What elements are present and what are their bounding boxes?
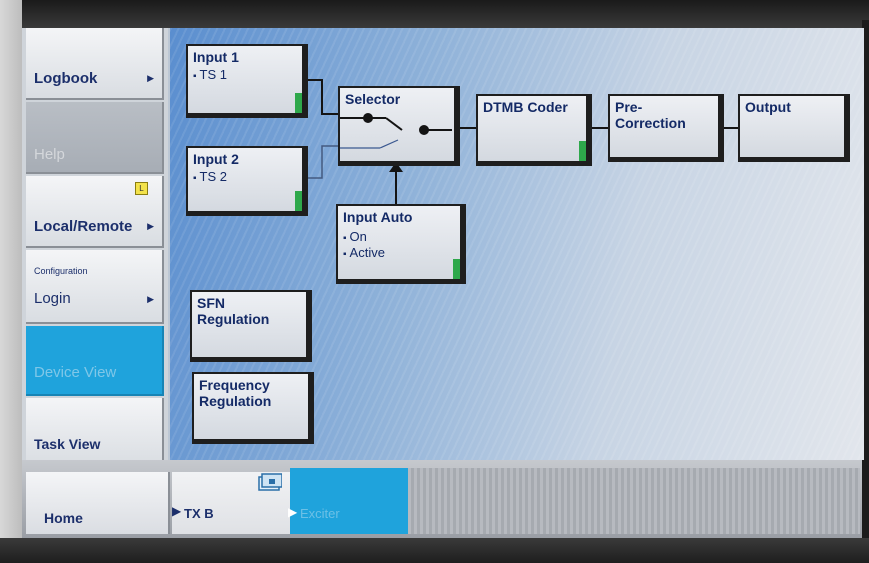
breadcrumb-label: TX B: [184, 506, 214, 521]
block-title: Input Auto: [343, 209, 413, 225]
sidebar-item-login[interactable]: Configuration Login ▶: [26, 250, 164, 324]
sidebar-item-local-remote[interactable]: L Local/Remote ▶: [26, 176, 164, 248]
block-frequency-regulation[interactable]: Frequency Regulation: [192, 372, 314, 444]
chevron-right-icon: ▶: [147, 73, 154, 83]
status-led: [453, 259, 460, 279]
breadcrumb-label: Exciter: [300, 506, 340, 521]
sidebar-item-logbook[interactable]: Logbook ▶: [26, 28, 164, 100]
block-subtitle-active: Active: [343, 245, 385, 263]
status-led: [579, 141, 586, 161]
block-output[interactable]: Output: [738, 94, 850, 162]
status-led: [295, 191, 302, 211]
sidebar-item-help[interactable]: Help: [26, 102, 164, 174]
block-selector[interactable]: Selector: [338, 86, 460, 166]
breadcrumb-chevron-icon: ▶: [172, 504, 182, 518]
transmitter-icon: [258, 473, 282, 491]
chevron-right-icon: ▶: [147, 294, 154, 304]
configuration-caption: Configuration: [34, 266, 88, 276]
breadcrumb-exciter[interactable]: ▶ Exciter: [288, 468, 408, 534]
block-title-line2: Correction: [615, 115, 686, 131]
block-subtitle: TS 1: [193, 67, 227, 85]
chevron-right-icon: ▶: [147, 221, 154, 231]
block-title-line1: SFN: [197, 295, 225, 311]
sidebar-item-label: Task View: [34, 436, 101, 452]
sidebar-item-label: Login: [34, 290, 71, 307]
block-input-auto[interactable]: Input Auto On Active: [336, 204, 466, 284]
block-title: DTMB Coder: [483, 99, 568, 115]
wire-input2-selector: [308, 145, 342, 179]
switch-icon: [340, 113, 452, 149]
block-title-line1: Pre-: [615, 99, 643, 115]
block-sfn-regulation[interactable]: SFN Regulation: [190, 290, 312, 362]
bottom-bar-filler: [408, 468, 860, 534]
block-input-2[interactable]: Input 2 TS 2: [186, 146, 308, 216]
bottom-navigation: Home ▶ TX B ▶ Exciter: [22, 460, 862, 538]
sidebar-item-label: Logbook: [34, 70, 98, 87]
wire-input1-selector: [308, 79, 342, 115]
block-title: Selector: [345, 91, 401, 107]
home-button[interactable]: Home: [26, 472, 170, 534]
sidebar-item-label: Device View: [34, 364, 117, 381]
block-title: Input 1: [193, 49, 239, 65]
block-title: Input 2: [193, 151, 239, 167]
block-input-1[interactable]: Input 1 TS 1: [186, 44, 308, 118]
screen-bezel-top: [0, 0, 869, 28]
device-view-diagram: Input 1 TS 1 Input 2 TS 2 Selector Input…: [168, 28, 864, 460]
block-title: Output: [745, 99, 791, 115]
sidebar-item-task-view[interactable]: Task View: [26, 398, 164, 468]
screen-bezel-left: [0, 0, 22, 563]
block-title-line2: Regulation: [199, 393, 272, 409]
breadcrumb-chevron-icon: ▶: [288, 505, 298, 519]
sidebar-item-label: Help: [34, 146, 65, 163]
status-led: [295, 93, 302, 113]
screen-bezel-bottom: [0, 538, 869, 563]
home-label: Home: [44, 510, 83, 526]
block-title-line1: Frequency: [199, 377, 270, 393]
block-pre-correction[interactable]: Pre- Correction: [608, 94, 724, 162]
sidebar-item-label: Local/Remote: [34, 218, 133, 235]
sidebar-item-device-view[interactable]: Device View: [26, 326, 164, 396]
block-subtitle: TS 2: [193, 169, 227, 187]
block-title-line2: Regulation: [197, 311, 270, 327]
block-dtmb-coder[interactable]: DTMB Coder: [476, 94, 592, 166]
local-mode-badge: L: [135, 182, 148, 195]
